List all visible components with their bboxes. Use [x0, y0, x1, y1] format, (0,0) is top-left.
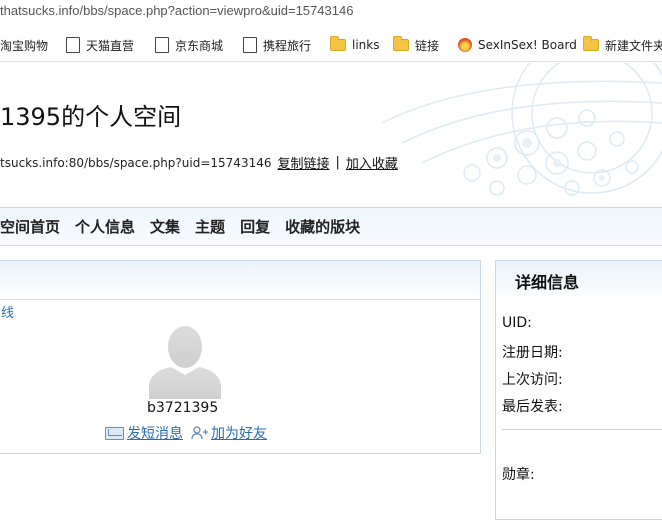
bookmark-label: 淘宝购物 — [0, 38, 49, 53]
bookmark-tmall[interactable]: 天猫直营 — [66, 36, 134, 54]
bookmarks-bar: 淘宝购物 天猫直营 京东商城 携程旅行 links 链接 SexInSex! B… — [0, 28, 662, 62]
folder-icon — [583, 36, 599, 51]
add-friend-button[interactable]: 加为好友 — [211, 423, 267, 443]
tab-space-home[interactable]: 空间首页 — [0, 216, 60, 237]
online-status: 线 — [1, 306, 15, 321]
folder-icon — [393, 36, 409, 51]
bookmark-label: SexInSex! Board — [478, 38, 577, 52]
space-header: 1395的个人空间 tsucks.info:80/bbs/space.php?u… — [0, 63, 662, 207]
bookmark-board[interactable]: SexInSex! Board — [458, 36, 577, 54]
bookmark-label: 天猫直营 — [86, 38, 135, 53]
reg-date-label: 注册日期: — [502, 345, 563, 361]
folder-icon — [330, 36, 346, 51]
bookmark-label: 链接 — [415, 38, 440, 53]
last-visit-label: 上次访问: — [502, 372, 563, 388]
space-url: tsucks.info:80/bbs/space.php?uid=1574314… — [0, 155, 272, 170]
medals-label: 勋章: — [502, 467, 535, 483]
uid-label: UID: — [502, 315, 532, 331]
add-friend-icon — [191, 426, 208, 440]
bookmark-jd[interactable]: 京东商城 — [155, 36, 223, 54]
space-url-row: tsucks.info:80/bbs/space.php?uid=1574314… — [0, 153, 398, 172]
page-icon — [243, 37, 257, 53]
page-icon — [66, 37, 80, 53]
page-title: 1395的个人空间 — [0, 103, 182, 131]
link-separator: | — [335, 155, 340, 170]
address-url[interactable]: thatsucks.info/bbs/space.php?action=view… — [0, 3, 353, 18]
send-message-button[interactable]: 发短消息 — [127, 423, 183, 443]
profile-actions: 发短消息 加为好友 — [105, 423, 267, 443]
tab-articles[interactable]: 文集 — [150, 216, 180, 237]
bookmark-label: 新建文件夹 — [605, 38, 662, 53]
bookmark-folder-new[interactable]: 新建文件夹 — [583, 36, 662, 54]
profile-panel-header — [0, 261, 480, 300]
bookmark-label: links — [352, 38, 380, 52]
details-panel: 详细信息 UID: 注册日期: 上次访问: 最后发表: 勋章: — [495, 260, 662, 520]
username: b3721395 — [147, 400, 219, 416]
last-post-label: 最后发表: — [502, 399, 563, 415]
bookmark-label: 京东商城 — [175, 38, 224, 53]
flame-icon — [458, 38, 472, 52]
bookmark-label: 携程旅行 — [263, 38, 312, 53]
tab-favorite-boards[interactable]: 收藏的版块 — [285, 216, 360, 237]
bookmark-taobao[interactable]: 淘宝购物 — [0, 36, 48, 54]
header-decoration — [381, 63, 662, 196]
bookmark-ctrip[interactable]: 携程旅行 — [243, 36, 311, 54]
tab-profile[interactable]: 个人信息 — [75, 216, 135, 237]
tab-topics[interactable]: 主题 — [195, 216, 225, 237]
space-nav: 空间首页 个人信息 文集 主题 回复 收藏的版块 — [0, 207, 662, 246]
page-icon — [155, 37, 169, 53]
tab-replies[interactable]: 回复 — [240, 216, 270, 237]
mail-icon — [105, 426, 124, 440]
address-bar[interactable]: thatsucks.info/bbs/space.php?action=view… — [0, 0, 662, 24]
copy-link-button[interactable]: 复制链接 — [277, 153, 329, 172]
add-favorite-button[interactable]: 加入收藏 — [346, 153, 398, 172]
avatar[interactable] — [145, 323, 225, 399]
bookmark-folder-links[interactable]: links — [330, 36, 379, 54]
profile-panel: 线 b3721395 发短消息 加为好友 — [0, 260, 481, 454]
details-panel-header: 详细信息 — [496, 261, 662, 301]
details-title: 详细信息 — [515, 273, 580, 292]
details-divider — [502, 429, 662, 430]
bookmark-folder-lianjie[interactable]: 链接 — [393, 36, 439, 54]
